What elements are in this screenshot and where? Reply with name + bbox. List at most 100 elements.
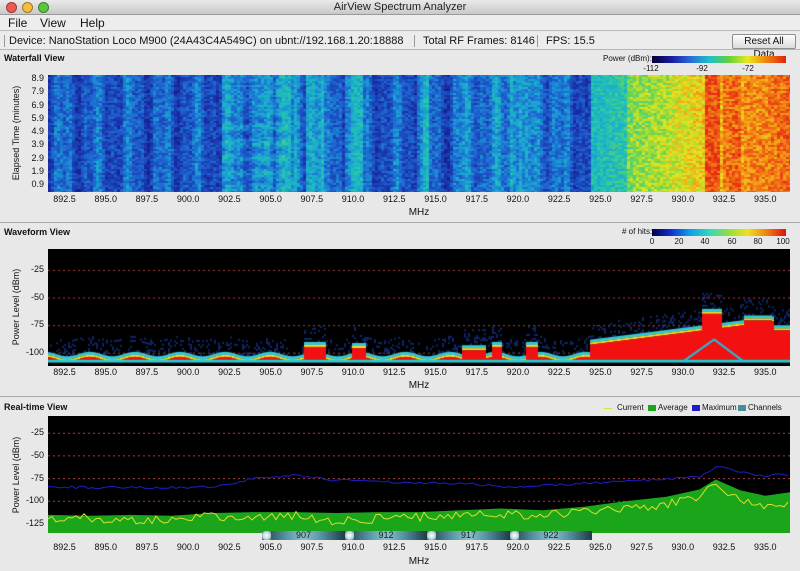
separator <box>4 35 5 47</box>
separator <box>414 35 415 47</box>
realtime-x-tick: 912.5 <box>383 542 406 552</box>
realtime-x-tick: 902.5 <box>218 542 241 552</box>
menu-help[interactable]: Help <box>80 15 105 31</box>
waterfall-y-tick: 1.9 <box>31 166 44 177</box>
waveform-x-tick: 915.0 <box>424 367 447 377</box>
panel-divider <box>0 222 800 223</box>
waveform-x-tick: 912.5 <box>383 367 406 377</box>
power-scale-tick: -112 <box>643 64 659 73</box>
separator <box>537 35 538 47</box>
realtime-x-tick: 922.5 <box>547 542 571 552</box>
channel-label: 912 <box>378 530 394 540</box>
realtime-chart <box>48 432 790 533</box>
close-window-button[interactable] <box>6 2 17 13</box>
waterfall-heatmap[interactable] <box>48 75 790 192</box>
realtime-x-tick: 920.0 <box>506 542 530 552</box>
waterfall-x-tick: 897.5 <box>135 194 159 204</box>
window-title: AirView Spectrum Analyzer <box>333 1 467 13</box>
realtime-x-tick: 907.5 <box>300 542 324 552</box>
realtime-x-tick: 900.0 <box>176 542 200 552</box>
realtime-y-tick: -50 <box>30 449 44 460</box>
waterfall-x-tick: 917.5 <box>465 194 488 204</box>
waveform-y-axis-label: Power Level (dBm) <box>11 268 21 346</box>
title-bar: AirView Spectrum Analyzer <box>0 0 800 15</box>
panel-divider <box>0 396 800 397</box>
zoom-window-button[interactable] <box>38 2 49 13</box>
power-scale-tick: -92 <box>696 64 708 73</box>
power-scale-bar <box>652 56 786 63</box>
realtime-x-axis-label: MHz <box>408 556 430 567</box>
waterfall-x-axis-label: MHz <box>408 207 430 218</box>
channel-marker[interactable]: 922 <box>509 530 593 540</box>
waterfall-y-tick: 3.9 <box>31 139 44 150</box>
legend-maximum-swatch <box>692 405 700 411</box>
frame-count: Total RF Frames: 8146 <box>423 35 535 47</box>
waveform-x-tick: 897.5 <box>135 367 159 377</box>
hits-scale-tick: 60 <box>727 237 737 246</box>
legend-maximum-label: Maximum <box>702 403 737 412</box>
waveform-x-tick: 910.0 <box>341 367 365 377</box>
waterfall-x-tick: 925.0 <box>589 194 612 204</box>
menu-bar: File View Help <box>0 15 800 31</box>
waterfall-x-tick: 920.0 <box>506 194 530 204</box>
waveform-x-axis-label: MHz <box>408 380 430 391</box>
waveform-x-tick: 895.0 <box>94 367 117 377</box>
waterfall-x-tick: 915.0 <box>424 194 447 204</box>
waveform-plot[interactable] <box>48 249 790 366</box>
waterfall-x-tick: 935.0 <box>754 194 777 204</box>
realtime-y-tick: -125 <box>25 517 44 528</box>
legend-channels-label: Channels <box>748 403 782 412</box>
waterfall-x-tick: 930.0 <box>671 194 695 204</box>
waveform-x-tick: 927.5 <box>630 367 653 377</box>
waterfall-x-tick: 910.0 <box>341 194 365 204</box>
realtime-y-tick: -25 <box>30 427 44 438</box>
app-window: AirView Spectrum Analyzer File View Help… <box>0 0 800 571</box>
realtime-x-tick: 935.0 <box>754 542 777 552</box>
waterfall-x-tick: 912.5 <box>383 194 406 204</box>
power-scale-label: Power (dBm): <box>603 54 652 63</box>
legend-channels-swatch <box>738 405 746 411</box>
waterfall-x-tick: 922.5 <box>547 194 571 204</box>
channel-marker[interactable]: 912 <box>344 530 428 540</box>
channel-label: 917 <box>460 530 476 540</box>
realtime-x-tick: 932.5 <box>712 542 736 552</box>
channel-marker[interactable]: 907 <box>262 530 345 540</box>
waveform-x-tick: 932.5 <box>712 367 736 377</box>
waveform-x-tick: 922.5 <box>547 367 571 377</box>
realtime-plot[interactable] <box>48 416 790 533</box>
reset-all-data-button[interactable]: Reset All Data <box>732 34 796 60</box>
waterfall-y-tick: 6.9 <box>31 99 44 110</box>
menu-view[interactable]: View <box>40 15 66 31</box>
waveform-y-tick: -25 <box>30 263 44 274</box>
minimize-window-button[interactable] <box>22 2 33 13</box>
channel-label: 922 <box>543 530 559 540</box>
realtime-x-tick: 917.5 <box>465 542 488 552</box>
waveform-x-tick: 930.0 <box>671 367 695 377</box>
hits-scale-label: # of hits: <box>622 227 653 236</box>
hits-scale-tick: 40 <box>700 237 710 246</box>
channel-marker[interactable]: 917 <box>427 530 510 540</box>
waterfall-y-tick: 0.9 <box>31 179 44 190</box>
realtime-title: Real-time View <box>4 402 68 412</box>
waveform-x-tick: 917.5 <box>465 367 488 377</box>
waterfall-x-tick: 907.5 <box>300 194 324 204</box>
legend-average-label: Average <box>658 403 688 412</box>
waterfall-y-tick: 7.9 <box>31 86 44 97</box>
legend-average-swatch <box>648 405 656 411</box>
status-bar: Device: NanoStation Loco M900 (24A43C4A5… <box>0 32 800 60</box>
fps-readout: FPS: 15.5 <box>546 35 595 47</box>
waterfall-y-tick: 2.9 <box>31 152 44 163</box>
waveform-heatmap <box>48 249 790 366</box>
waveform-x-tick: 902.5 <box>218 367 241 377</box>
realtime-x-tick: 897.5 <box>135 542 159 552</box>
menu-file[interactable]: File <box>8 15 27 31</box>
hits-scale-tick: 20 <box>674 237 684 246</box>
hits-scale-tick: 100 <box>776 237 790 246</box>
average-area <box>48 479 790 533</box>
waveform-x-tick: 892.5 <box>53 367 76 377</box>
hits-scale-tick: 0 <box>649 237 655 246</box>
realtime-x-tick: 895.0 <box>94 542 117 552</box>
realtime-y-tick: -75 <box>30 472 44 483</box>
waterfall-title: Waterfall View <box>4 53 65 63</box>
power-scale-tick: -72 <box>742 64 754 73</box>
